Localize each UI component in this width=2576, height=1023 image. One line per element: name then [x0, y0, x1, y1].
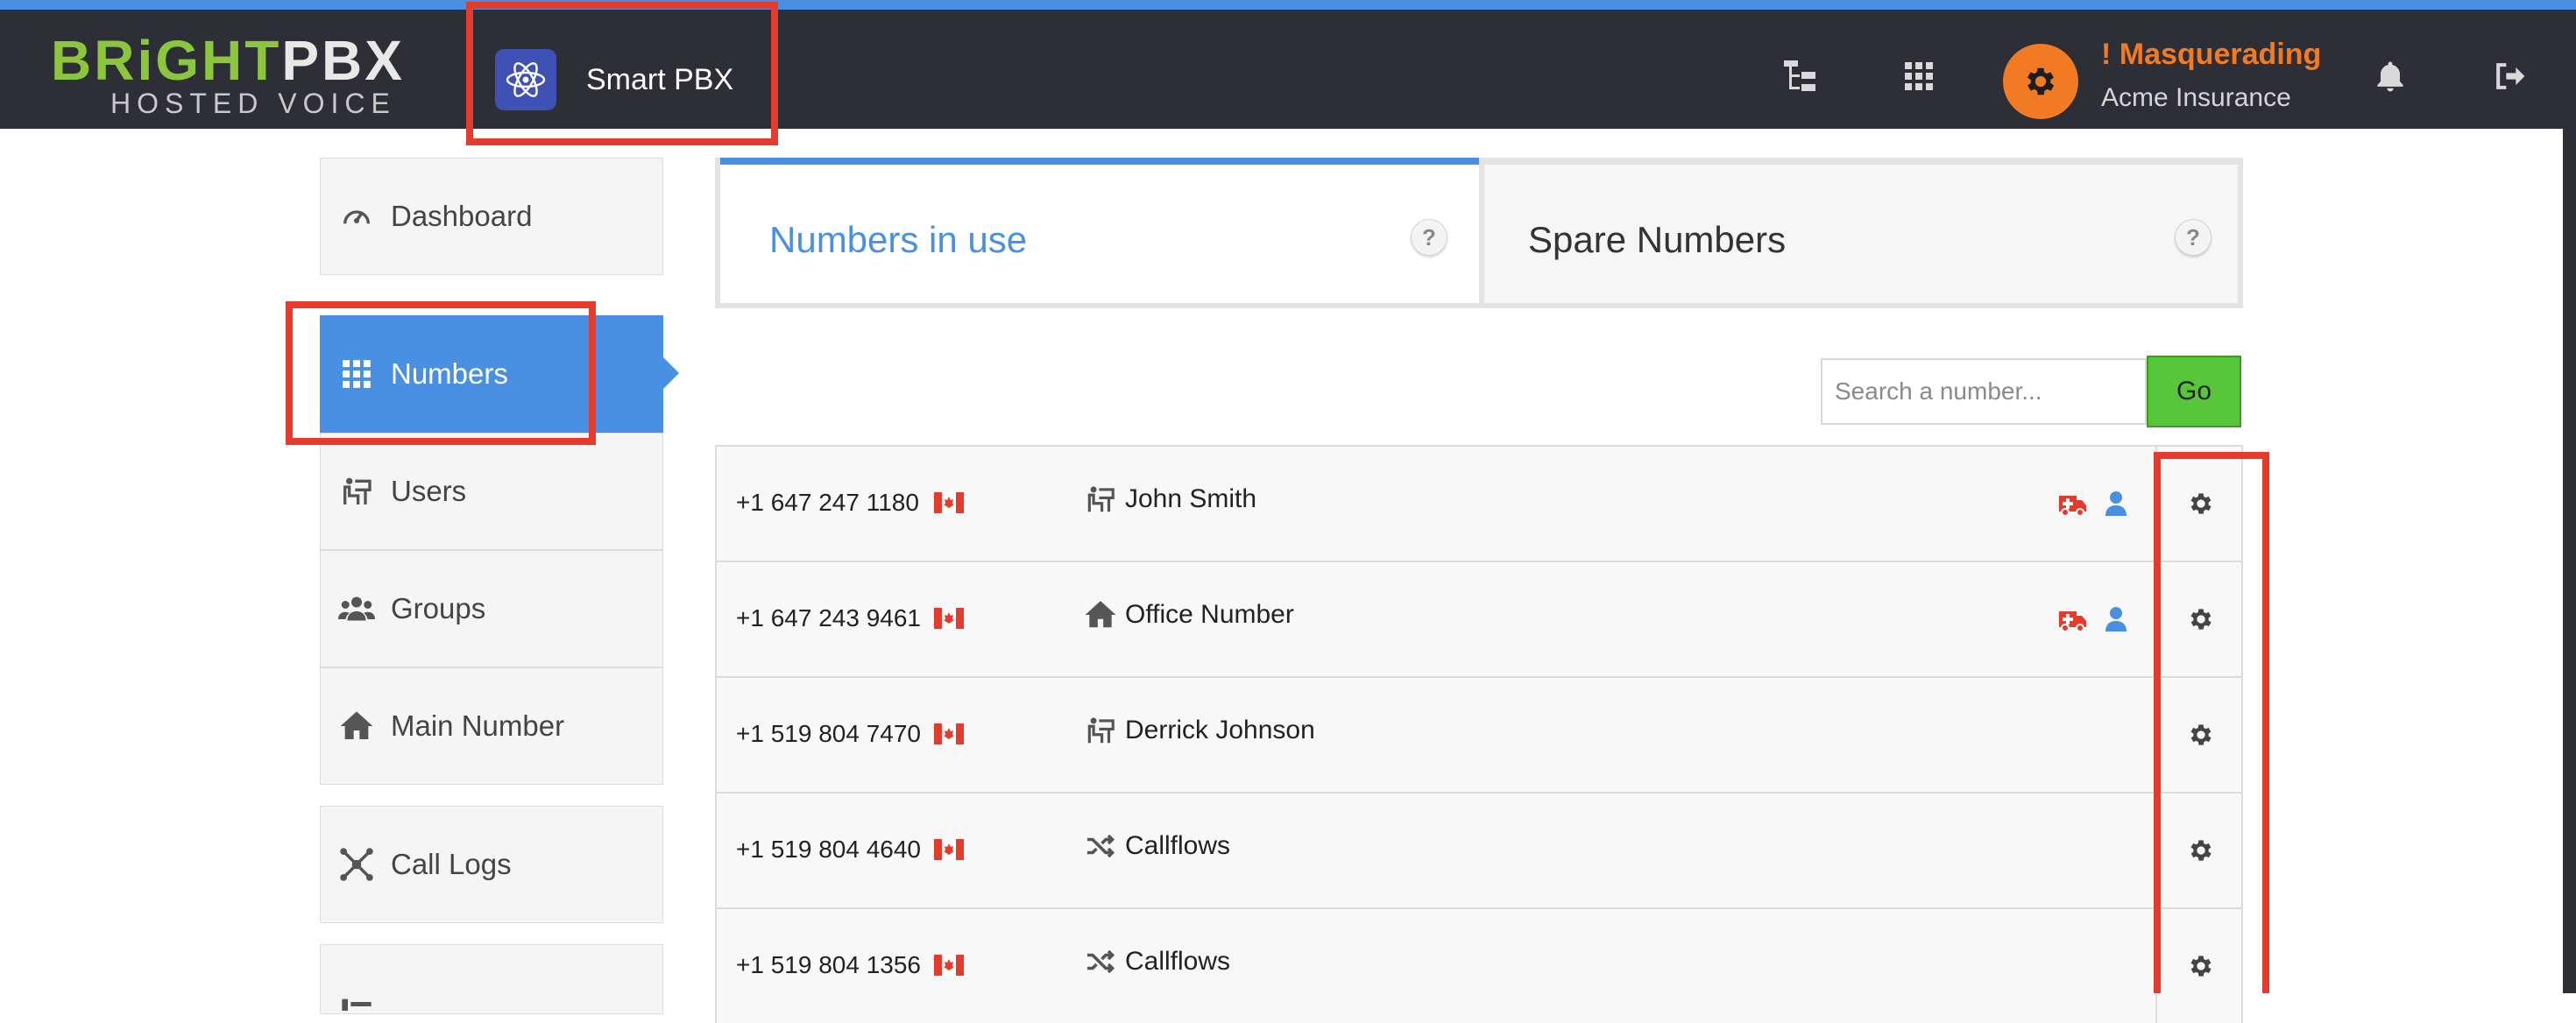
top-header: BRiGHTPBX HOSTED VOICE Smart PBX ! Masqu…: [0, 10, 2576, 129]
home-icon: [338, 708, 375, 744]
assigned-name: Callflows: [1125, 831, 1231, 860]
sidebar-item-groups[interactable]: Groups: [320, 550, 663, 667]
user-desk-icon: [1083, 713, 1118, 748]
assignment-link[interactable]: Callflows: [1083, 829, 1230, 864]
assignment-link[interactable]: Office Number: [1083, 597, 1294, 632]
brightpbx-logo[interactable]: BRiGHTPBX HOSTED VOICE: [51, 32, 410, 120]
partial-icon: [338, 984, 375, 1020]
assignment-link[interactable]: Callflows: [1083, 944, 1230, 979]
user-desk-icon: [1083, 482, 1118, 517]
help-icon[interactable]: ?: [2175, 219, 2212, 256]
phone-number: +1 519 804 7470: [736, 720, 921, 747]
assigned-name: John Smith: [1125, 484, 1257, 513]
go-button[interactable]: Go: [2147, 356, 2241, 427]
company-name: Acme Insurance: [2101, 83, 2291, 112]
window-edge: [2563, 129, 2576, 993]
phone-number: +1 647 243 9461: [736, 604, 921, 631]
sidebar-item-label: Users: [391, 475, 467, 507]
canada-flag-icon: [934, 723, 964, 744]
bell-icon[interactable]: [2371, 57, 2410, 95]
org-tree-icon[interactable]: [1780, 57, 1819, 95]
table-row: +1 647 243 9461 Office Number: [715, 561, 2243, 676]
highlight-box-app: [466, 2, 778, 145]
dashboard-icon: [338, 198, 375, 235]
table-row: +1 647 247 1180 John Smith: [715, 445, 2243, 561]
masquerade-gear-button[interactable]: [2003, 44, 2078, 119]
logo-bright-text: BRiGHT: [51, 29, 282, 92]
assigned-name: Office Number: [1125, 600, 1294, 629]
masquerade-label[interactable]: ! Masquerading: [2101, 38, 2321, 72]
ambulance-icon: [2057, 490, 2087, 517]
ambulance-icon: [2057, 606, 2087, 632]
assigned-name: Callflows: [1125, 947, 1231, 976]
tab-label: Spare Numbers: [1528, 219, 1787, 260]
canada-flag-icon: [934, 608, 964, 629]
canada-flag-icon: [934, 492, 964, 513]
help-icon[interactable]: ?: [1411, 219, 1447, 256]
home-icon: [1083, 597, 1118, 632]
tab-numbers-in-use[interactable]: Numbers in use ?: [720, 158, 1479, 303]
numbers-table: +1 647 247 1180 John Smith +1 647 243 94…: [715, 445, 2243, 1023]
logout-icon[interactable]: [2490, 57, 2529, 95]
sidebar-item-dashboard[interactable]: Dashboard: [320, 158, 663, 275]
sidebar-item-label: Groups: [391, 592, 486, 624]
top-accent-strip: [0, 0, 2576, 10]
user-icon: [2105, 606, 2127, 632]
user-desk-icon: [338, 473, 375, 510]
sidebar-item-users[interactable]: Users: [320, 433, 663, 550]
phone-number: +1 519 804 4640: [736, 836, 921, 863]
sidebar-item-main-number[interactable]: Main Number: [320, 667, 663, 785]
canada-flag-icon: [934, 839, 964, 860]
users-icon: [338, 590, 375, 627]
assigned-name: Derrick Johnson: [1125, 716, 1315, 744]
sidebar-item-label: Call Logs: [391, 848, 512, 880]
hub-icon: [338, 846, 375, 883]
search-input[interactable]: [1821, 358, 2147, 425]
table-row: +1 519 804 4640 Callflows: [715, 792, 2243, 907]
tab-spare-numbers[interactable]: Spare Numbers ?: [1479, 158, 2238, 303]
logo-subtitle: HOSTED VOICE: [110, 88, 396, 119]
sidebar-item-label: Main Number: [391, 709, 565, 742]
shuffle-icon: [1083, 829, 1118, 864]
sidebar-item-partial[interactable]: [320, 944, 663, 1014]
gear-icon: [2027, 67, 2055, 95]
highlight-box-settings-column: [2154, 452, 2269, 993]
table-row: +1 519 804 1356 Callflows: [715, 907, 2243, 1023]
table-row: +1 519 804 7470 Derrick Johnson: [715, 676, 2243, 792]
user-icon: [2105, 490, 2127, 517]
assignment-link[interactable]: Derrick Johnson: [1083, 713, 1315, 748]
canada-flag-icon: [934, 955, 964, 976]
sidebar-item-label: Dashboard: [391, 200, 533, 232]
phone-number: +1 519 804 1356: [736, 951, 921, 978]
logo-pbx-text: PBX: [281, 29, 405, 92]
shuffle-icon: [1083, 944, 1118, 979]
sidebar-item-call-logs[interactable]: Call Logs: [320, 806, 663, 923]
highlight-box-numbers: [286, 301, 596, 445]
active-item-pointer: [663, 357, 679, 389]
tab-label: Numbers in use: [769, 219, 1028, 260]
assignment-link[interactable]: John Smith: [1083, 482, 1256, 517]
phone-number: +1 647 247 1180: [736, 489, 919, 516]
apps-grid-icon[interactable]: [1900, 57, 1938, 95]
